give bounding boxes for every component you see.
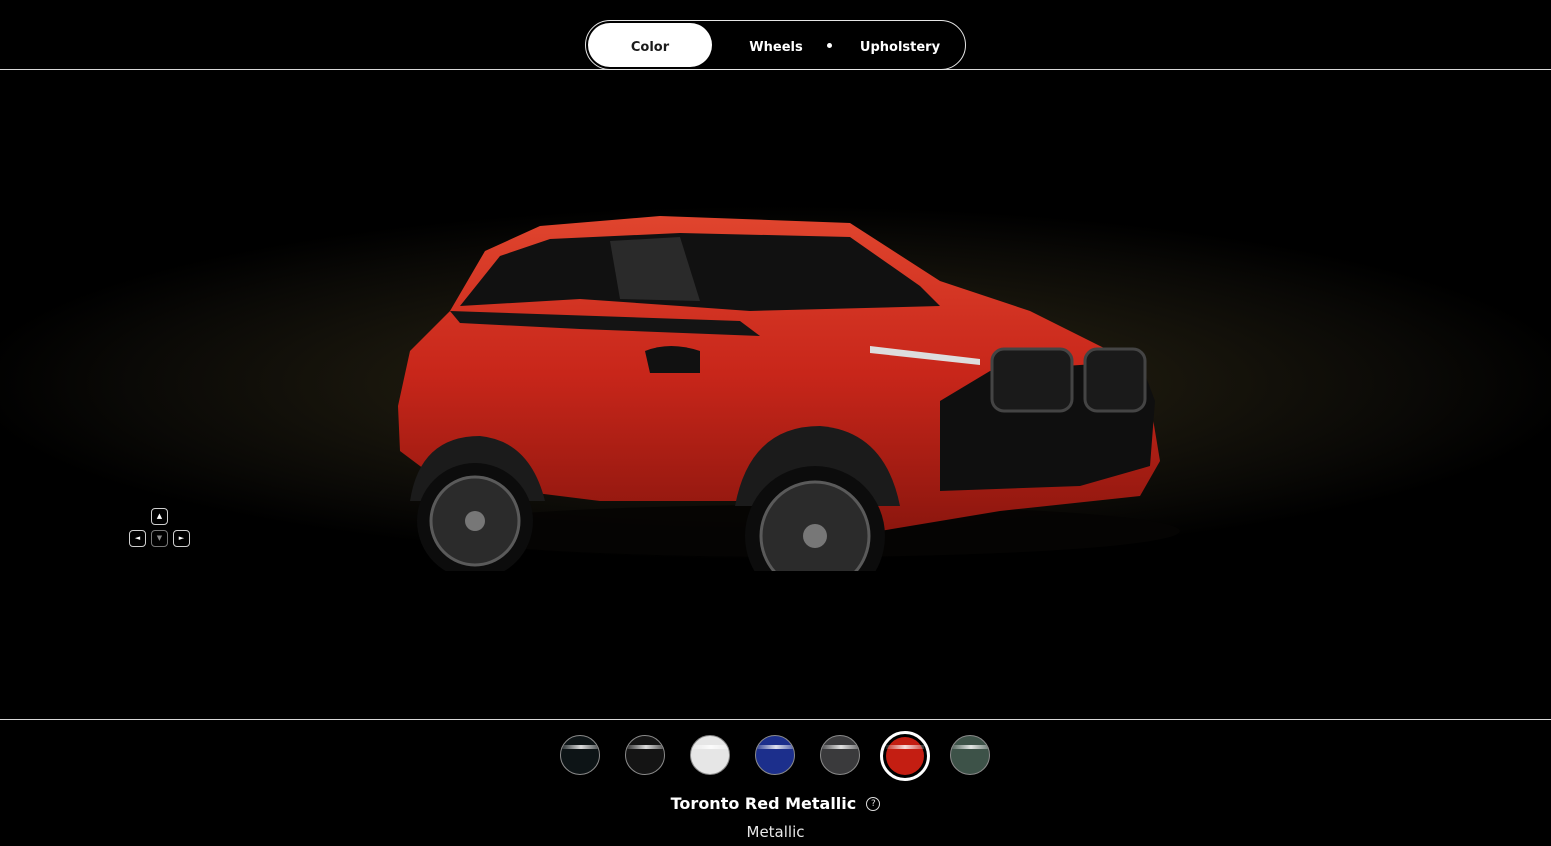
color-swatch[interactable]	[755, 735, 795, 775]
top-bar: Color Wheels Upholstery	[0, 0, 1551, 70]
color-swatch[interactable]	[560, 735, 600, 775]
rotate-down-button[interactable]: ▼	[151, 530, 168, 547]
tab-indicator-dot	[827, 43, 832, 48]
selected-color-name: Toronto Red Metallic	[670, 794, 857, 813]
color-swatch[interactable]	[880, 731, 930, 781]
tab-upholstery[interactable]: Upholstery	[840, 23, 960, 67]
swatch-highlight	[691, 745, 729, 749]
swatch-highlight	[821, 745, 859, 749]
color-swatch[interactable]	[950, 735, 990, 775]
selected-color-row: Toronto Red Metallic ?	[0, 793, 1551, 817]
swatch-highlight	[561, 745, 599, 749]
color-swatch[interactable]	[690, 735, 730, 775]
help-icon[interactable]: ?	[866, 796, 881, 811]
view-rotation-controls: ▲ ◄ ▼ ►	[128, 508, 194, 551]
vehicle-viewer[interactable]: ▲ ◄ ▼ ►	[0, 71, 1551, 719]
color-swatch[interactable]	[820, 735, 860, 775]
vehicle-image	[398, 216, 1180, 571]
color-swatches	[560, 731, 1000, 781]
tab-wheels[interactable]: Wheels	[716, 23, 836, 67]
configurator-tabs: Color Wheels Upholstery	[585, 20, 966, 70]
rotate-up-button[interactable]: ▲	[151, 508, 168, 525]
tab-color[interactable]: Color	[588, 23, 712, 67]
rotate-right-button[interactable]: ►	[173, 530, 190, 547]
color-swatch[interactable]	[625, 735, 665, 775]
swatch-highlight	[756, 745, 794, 749]
selected-color-type: Metallic	[746, 823, 805, 841]
swatch-highlight	[626, 745, 664, 749]
swatch-highlight	[951, 745, 989, 749]
rotate-left-button[interactable]: ◄	[129, 530, 146, 547]
swatch-highlight	[886, 745, 924, 749]
